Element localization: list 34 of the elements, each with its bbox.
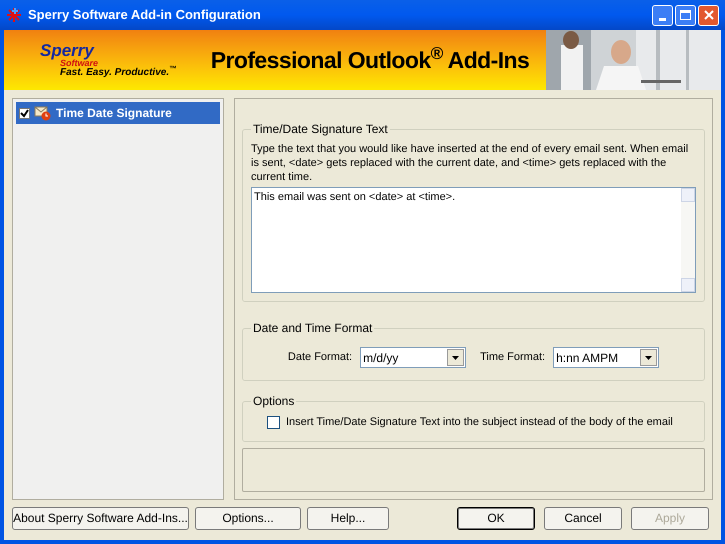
- time-format-label: Time Format:: [480, 350, 546, 366]
- item-label: Time Date Signature: [56, 105, 172, 122]
- format-dropdown[interactable]: m/d/yy: [360, 347, 466, 368]
- dialog-button[interactable]: Help...: [307, 506, 389, 530]
- group-title: Time/Date Signature Text: [251, 122, 390, 136]
- option-label: Insert Time/Date Signature Text into the subject instead of the body of the email: [286, 415, 673, 430]
- option-checkbox[interactable]: [267, 416, 280, 429]
- dialog-button[interactable]: Cancel: [544, 506, 622, 530]
- logo-subtitle: Software: [60, 59, 98, 68]
- dropdown-value: h:nn AMPM: [555, 350, 620, 366]
- close-button[interactable]: [698, 4, 719, 26]
- signature-text-area[interactable]: This email was sent on <date> at <time>.: [251, 187, 696, 293]
- logo-name: Sperry: [40, 42, 94, 59]
- group-title: Options: [251, 394, 296, 408]
- group-title: Date and Time Format: [251, 321, 374, 335]
- window-title: Sperry Software Add-in Configuration: [28, 6, 262, 24]
- scrollbar[interactable]: [681, 188, 695, 292]
- dropdown-value: m/d/yy: [362, 350, 400, 366]
- envelope-clock-icon: [34, 105, 52, 121]
- close-icon: [704, 10, 714, 20]
- date-format-label: Date Format:: [288, 350, 352, 366]
- description-text: Type the text that you would like have inserted at the end of every email sent. When email is sent, <date> gets replaced with the current date, and <time> gets replaced with the current time.: [251, 142, 690, 184]
- format-dropdown[interactable]: h:nn AMPM: [553, 347, 660, 368]
- maximize-button[interactable]: [675, 4, 696, 26]
- app-icon: [6, 7, 22, 23]
- tagline: Fast. Easy. Productive.$^{™}$: [60, 68, 177, 78]
- minimize-button[interactable]: [652, 4, 673, 26]
- dialog-button[interactable]: About Sperry Software Add-Ins...: [12, 506, 189, 530]
- dialog-button[interactable]: OK: [457, 506, 535, 530]
- banner-heading: Professional Outlook$^{®}$ Add-Ins: [210, 42, 530, 75]
- signature-text: This email was sent on <date> at <time>.: [253, 190, 456, 205]
- sidebar-item[interactable]: Time Date Signature: [16, 102, 220, 124]
- dialog-button[interactable]: Options...: [195, 506, 301, 530]
- item-checkbox[interactable]: [19, 108, 30, 118]
